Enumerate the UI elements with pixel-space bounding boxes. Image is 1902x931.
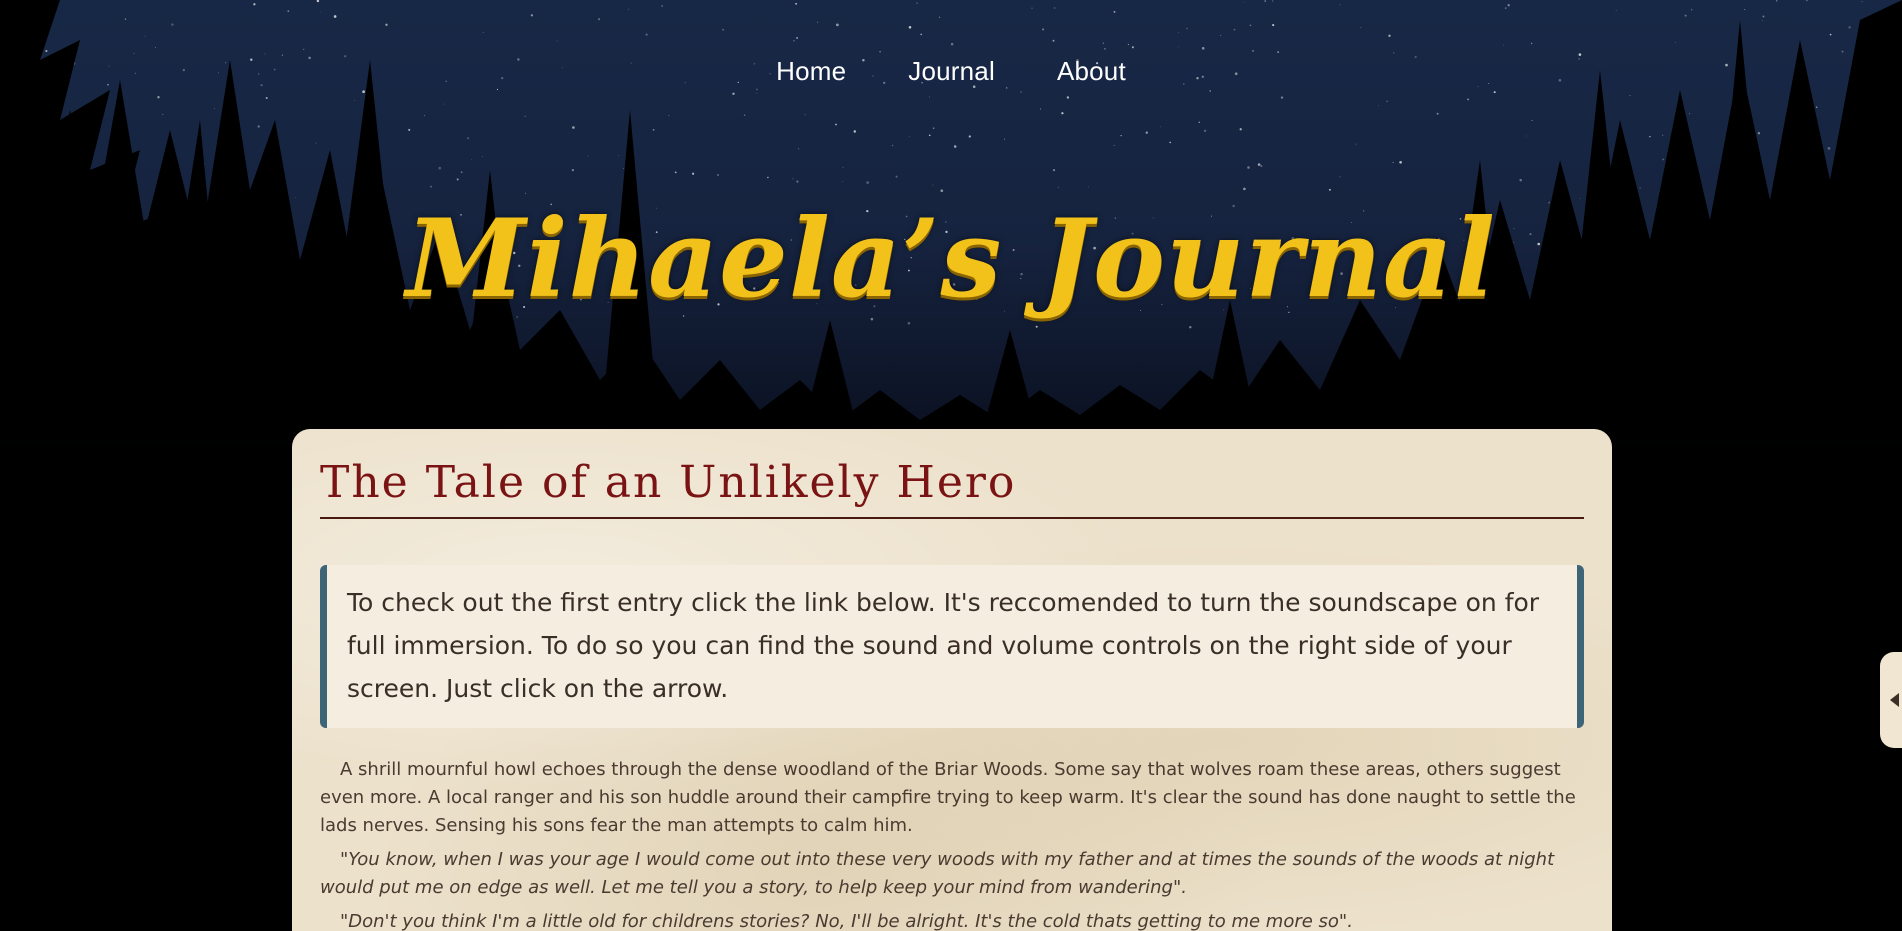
site-title: Mihaela’s Journal — [406, 196, 1496, 322]
sound-controls-toggle[interactable] — [1880, 652, 1902, 748]
nav-link-about[interactable]: About — [1057, 56, 1126, 87]
main-navigation: Home Journal About — [0, 56, 1902, 87]
story-body: A shrill mournful howl echoes through th… — [320, 756, 1584, 931]
nav-link-home[interactable]: Home — [776, 56, 846, 87]
soundscape-notice: To check out the first entry click the l… — [320, 565, 1584, 729]
journal-entry-card: The Tale of an Unlikely Hero To check ou… — [292, 429, 1612, 931]
arrow-left-icon — [1889, 693, 1899, 707]
story-paragraph: "You know, when I was your age I would c… — [320, 849, 1555, 899]
page: Home Journal About Mihaela’s Journal The… — [0, 0, 1902, 931]
entry-title: The Tale of an Unlikely Hero — [320, 429, 1584, 520]
story-paragraph: "Don't you think I'm a little old for ch… — [340, 911, 1353, 931]
story-paragraph: A shrill mournful howl echoes through th… — [320, 759, 1576, 837]
nav-link-journal[interactable]: Journal — [908, 56, 995, 87]
